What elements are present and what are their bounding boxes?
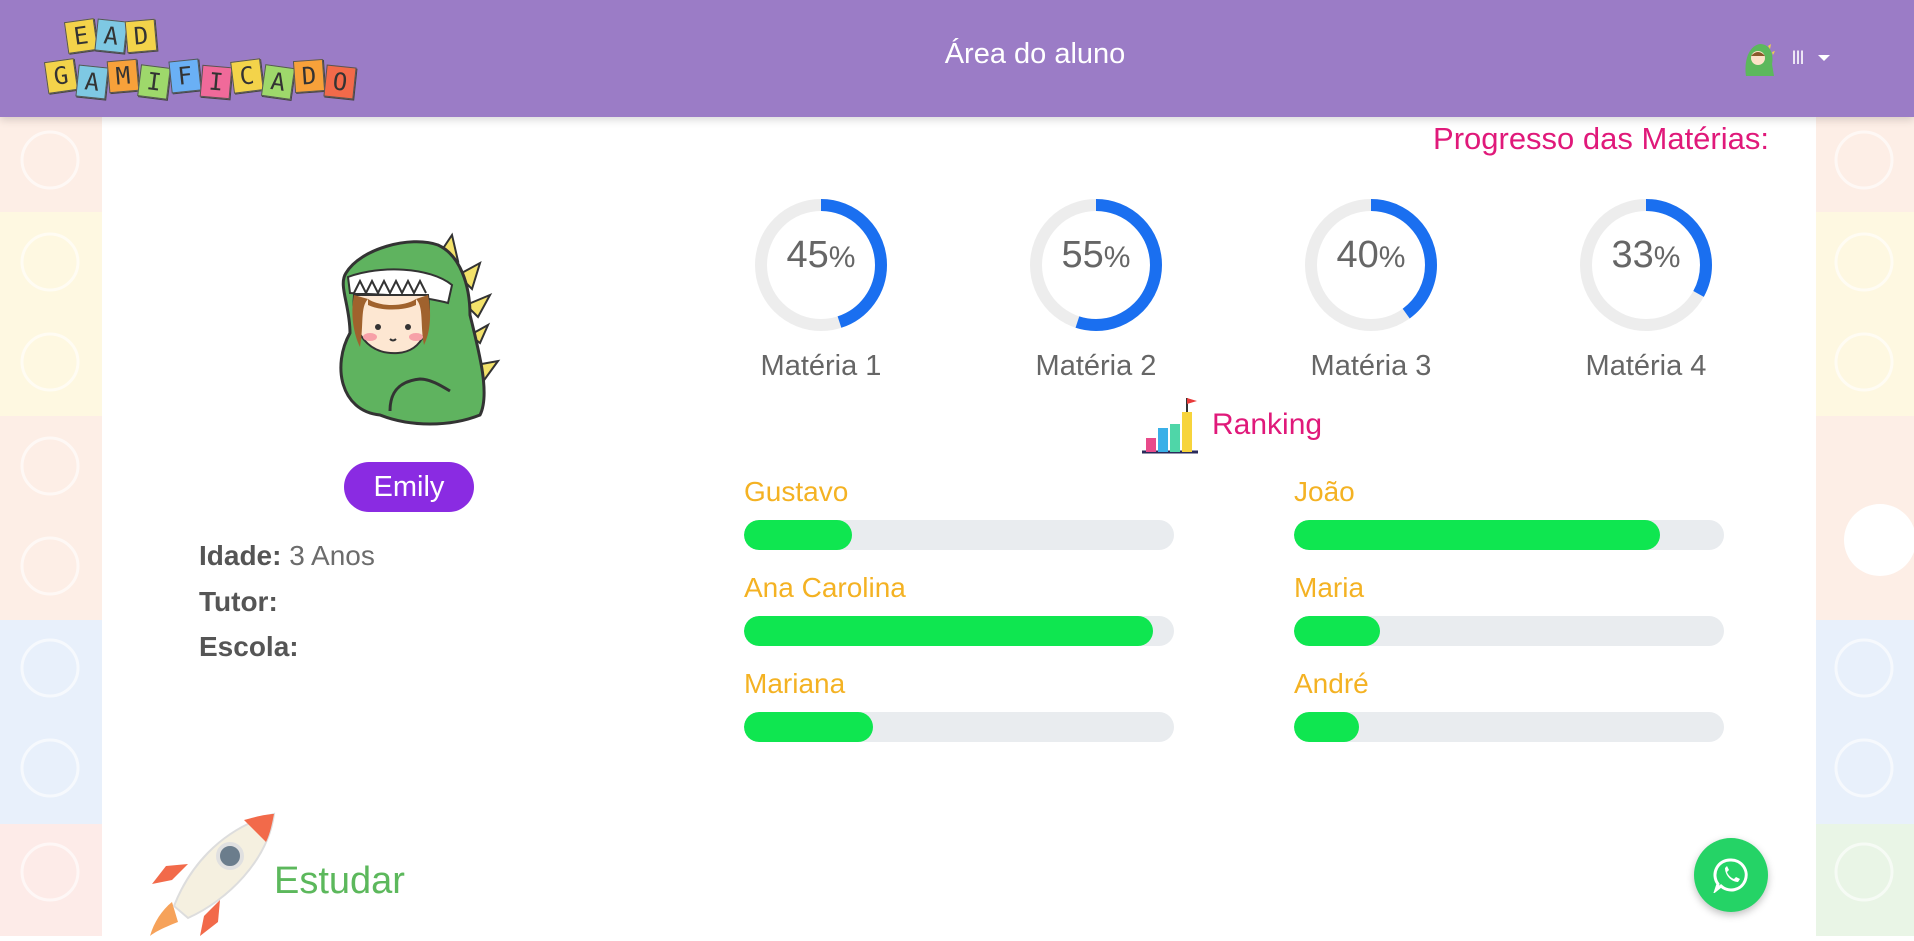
tutor-label: Tutor: <box>199 586 278 617</box>
user-name: lll <box>1792 47 1804 68</box>
ranking-player-name: André <box>1294 668 1369 699</box>
subject-label: Matéria 1 <box>760 350 882 382</box>
progress-title: Progresso das Matérias: <box>1433 121 1769 156</box>
subject-label: Matéria 4 <box>1585 350 1707 382</box>
percent-number: 45 <box>786 234 829 276</box>
ranking-progress-bar <box>1294 616 1724 646</box>
progress-percent: 45% <box>746 234 896 277</box>
dino-avatar-icon <box>339 232 501 426</box>
chevron-down-icon <box>1818 55 1830 61</box>
whatsapp-button[interactable] <box>1694 838 1768 912</box>
ranking-progress-bar <box>744 520 1174 550</box>
school-label: Escola: <box>199 631 299 662</box>
ranking-player-name: João <box>1294 476 1355 507</box>
ranking-progress-fill <box>1294 616 1380 646</box>
ranking-progress-fill <box>1294 520 1660 550</box>
ranking-chart-icon <box>1142 398 1198 454</box>
student-name-badge: Emily <box>344 462 474 512</box>
ranking-title: Ranking <box>1212 408 1323 441</box>
progress-percent: 40% <box>1296 234 1446 277</box>
ranking-progress-fill <box>1294 712 1359 742</box>
percent-number: 40 <box>1336 234 1379 276</box>
ranking-progress-fill <box>744 520 852 550</box>
ranking-progress-bar <box>744 712 1174 742</box>
percent-unit: % <box>1103 241 1131 274</box>
ranking-player-name: Ana Carolina <box>744 572 906 603</box>
tutor-row: Tutor: <box>199 586 278 618</box>
rocket-icon <box>150 812 276 936</box>
percent-unit: % <box>828 241 856 274</box>
age-value: 3 Anos <box>289 540 375 571</box>
percent-unit: % <box>1653 241 1681 274</box>
progress-percent: 33% <box>1571 234 1721 277</box>
percent-unit: % <box>1378 241 1406 274</box>
study-link[interactable]: Estudar <box>148 810 588 936</box>
ranking-progress-fill <box>744 616 1153 646</box>
ranking-progress-bar <box>744 616 1174 646</box>
percent-number: 55 <box>1061 234 1104 276</box>
ranking-progress-fill <box>744 712 873 742</box>
ranking-player-name: Mariana <box>744 668 846 699</box>
ranking-progress-bar <box>1294 712 1724 742</box>
user-menu-dropdown[interactable]: lll <box>1740 38 1830 78</box>
age-label: Idade: <box>199 540 282 571</box>
percent-number: 33 <box>1611 234 1654 276</box>
study-label: Estudar <box>274 860 405 902</box>
ranking-header: Ranking <box>1140 395 1322 455</box>
ranking-player-name: Maria <box>1294 572 1365 603</box>
top-navbar: EADGAMIFICADO Área do aluno lll <box>0 0 1914 117</box>
progress-percent: 55% <box>1021 234 1171 277</box>
page-title: Área do aluno <box>944 38 1126 70</box>
whatsapp-icon <box>1713 858 1748 893</box>
age-row: Idade: 3 Anos <box>199 540 375 572</box>
subject-label: Matéria 3 <box>1310 350 1432 382</box>
subject-label: Matéria 2 <box>1035 350 1157 382</box>
ranking-player-name: Gustavo <box>744 476 849 507</box>
ranking-progress-bar <box>1294 520 1724 550</box>
user-avatar-icon <box>1745 44 1775 76</box>
school-row: Escola: <box>199 631 299 663</box>
